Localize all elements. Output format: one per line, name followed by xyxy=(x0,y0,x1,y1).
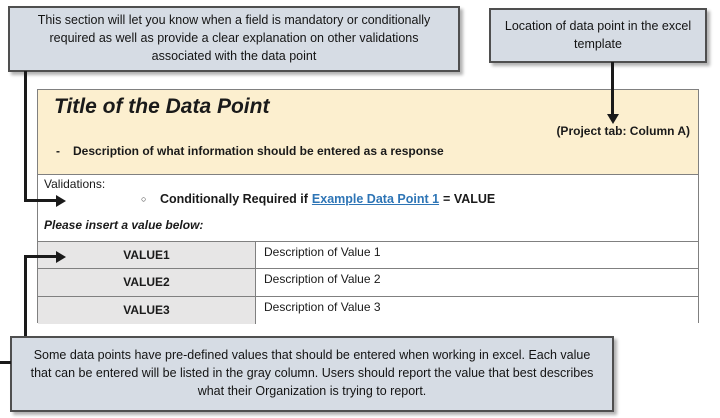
value-table: VALUE1 Description of Value 1 VALUE2 Des… xyxy=(38,241,698,324)
value-cell[interactable]: VALUE1 xyxy=(38,242,256,268)
document-header: Title of the Data Point (Project tab: Co… xyxy=(38,90,698,175)
callout-validations-explanation: This section will let you know when a fi… xyxy=(8,6,460,72)
validation-prefix: Conditionally Required if xyxy=(160,192,308,206)
example-data-point-link[interactable]: Example Data Point 1 xyxy=(312,192,439,206)
connector-location-vertical xyxy=(611,62,614,114)
data-point-document: Title of the Data Point (Project tab: Co… xyxy=(37,89,699,323)
value-description-cell: Description of Value 1 xyxy=(256,242,698,268)
insert-value-prompt: Please insert a value below: xyxy=(44,218,203,232)
connector-validations-vertical xyxy=(24,71,27,202)
location-label: (Project tab: Column A) xyxy=(556,124,690,138)
callout-location-explanation: Location of data point in the excel temp… xyxy=(489,8,707,63)
description-line: -Description of what information should … xyxy=(56,144,444,158)
circle-bullet-icon: ○ xyxy=(141,194,160,204)
description-text: Description of what information should b… xyxy=(73,144,444,158)
annotated-template-diagram: This section will let you know when a fi… xyxy=(0,0,720,418)
validation-rule: ○Conditionally Required if Example Data P… xyxy=(141,192,495,206)
value-cell[interactable]: VALUE2 xyxy=(38,269,256,295)
value-description-cell: Description of Value 2 xyxy=(256,269,698,295)
connector-values-horizontal xyxy=(24,255,57,258)
table-row: VALUE1 Description of Value 1 xyxy=(38,242,698,269)
page-title: Title of the Data Point xyxy=(54,95,269,119)
value-cell[interactable]: VALUE3 xyxy=(38,297,256,324)
arrowhead-to-validations-icon xyxy=(56,195,66,207)
table-row: VALUE2 Description of Value 2 xyxy=(38,269,698,296)
arrowhead-to-location-icon xyxy=(607,114,619,124)
validation-suffix: = VALUE xyxy=(443,192,495,206)
value-description-cell: Description of Value 3 xyxy=(256,297,698,324)
description-bullet: - xyxy=(56,144,73,158)
table-row: VALUE3 Description of Value 3 xyxy=(38,297,698,324)
connector-validations-horizontal xyxy=(24,199,57,202)
connector-left-edge-stub xyxy=(0,361,11,364)
callout-predefined-values-text: Some data points have pre-defined values… xyxy=(28,347,596,400)
callout-location-explanation-text: Location of data point in the excel temp… xyxy=(503,18,693,54)
callout-predefined-values-explanation: Some data points have pre-defined values… xyxy=(10,336,614,412)
connector-values-vertical xyxy=(24,255,27,336)
callout-validations-explanation-text: This section will let you know when a fi… xyxy=(24,12,444,65)
arrowhead-to-value1-icon xyxy=(56,251,66,263)
validations-label: Validations: xyxy=(44,177,105,191)
